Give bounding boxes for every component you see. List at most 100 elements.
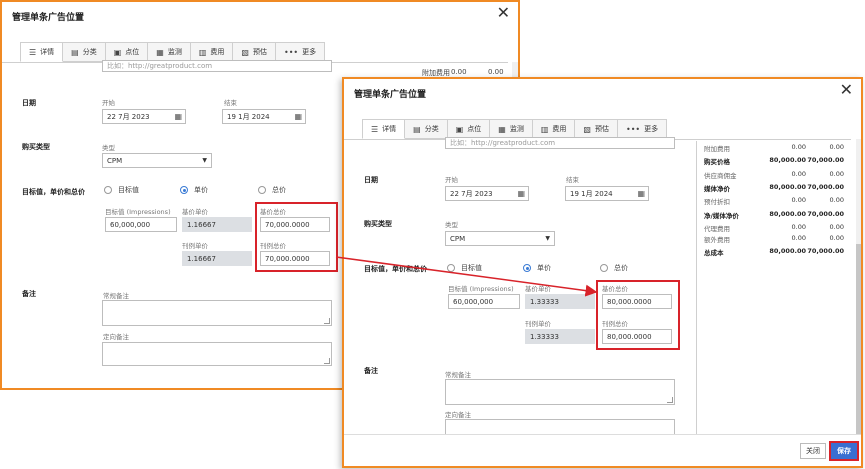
radio-unit-price[interactable]: 单价	[180, 185, 208, 195]
tab-details[interactable]: ☰ 详情	[362, 119, 406, 139]
category-icon: ▤	[413, 124, 421, 134]
scrollbar-thumb[interactable]	[856, 244, 861, 439]
type-label: 类型	[102, 144, 115, 152]
more-icon: •••	[625, 124, 641, 134]
summary-row: 总成本 80,000.00 70,000.00	[704, 247, 844, 257]
end-label: 结束	[224, 99, 237, 107]
calendar-icon[interactable]: ▦	[294, 112, 302, 121]
tab-monitor[interactable]: ▦ 监测	[148, 42, 191, 62]
tab-bar: ☰ 详情 ▤ 分类 ▣ 点位 ▦ 监测 ▥ 费用 ▧ 预估 ••• 更多	[20, 42, 326, 62]
highlight-box	[596, 280, 680, 350]
start-label: 开始	[102, 99, 115, 107]
target-value-input[interactable]: 60,000,000	[448, 294, 520, 309]
target-section-label: 目标值，单价和总价	[364, 265, 427, 273]
chevron-down-icon: ▼	[545, 235, 550, 242]
tab-more[interactable]: ••• 更多	[617, 119, 668, 139]
radio-target[interactable]: 目标值	[447, 263, 482, 273]
calendar-icon[interactable]: ▦	[174, 112, 182, 121]
base-unit-label: 基价单价	[182, 208, 208, 216]
monitor-icon: ▦	[156, 47, 164, 57]
url-input[interactable]: 比如：http://greatproduct.com	[445, 137, 675, 149]
start-date-input[interactable]: 22 7月 2023 ▦	[102, 109, 186, 124]
general-notes-input[interactable]	[102, 300, 332, 326]
radio-target[interactable]: 目标值	[104, 185, 139, 195]
radio-unit-price[interactable]: 单价	[523, 263, 551, 273]
buy-type-section-label: 购买类型	[364, 220, 392, 228]
url-input[interactable]: 比如：http://greatproduct.com	[102, 60, 332, 72]
summary-row: 代理费用 0.00 0.00	[704, 223, 844, 233]
summary-row: 附加费用 0.00 0.00	[704, 143, 844, 153]
tab-position[interactable]: ▣ 点位	[105, 42, 149, 62]
summary-row: 媒体净价 80,000.00 70,000.00	[704, 183, 844, 193]
tab-position[interactable]: ▣ 点位	[447, 119, 491, 139]
target-value-label: 目标值 (Impressions)	[105, 208, 171, 216]
category-icon: ▤	[71, 47, 79, 57]
estimate-icon: ▧	[583, 124, 591, 134]
target-value-input[interactable]: 60,000,000	[105, 217, 177, 232]
estimate-icon: ▧	[241, 47, 249, 57]
end-date-input[interactable]: 19 1月 2024 ▦	[222, 109, 306, 124]
notes-section-label: 备注	[22, 290, 36, 298]
summary-row: 预付折扣 0.00 0.00	[704, 196, 844, 206]
panel-divider	[696, 141, 697, 441]
general-notes-label: 常规备注	[103, 292, 129, 300]
tab-category[interactable]: ▤ 分类	[63, 42, 106, 62]
tab-cost[interactable]: ▥ 费用	[532, 119, 576, 139]
cost-icon: ▥	[198, 47, 207, 57]
base-unit-label: 基价单价	[525, 285, 551, 293]
summary-row: 供应商佣金 0.00 0.00	[704, 170, 844, 180]
close-icon[interactable]: ✕	[497, 4, 510, 22]
position-icon: ▣	[455, 124, 464, 134]
save-button[interactable]: 保存	[829, 441, 859, 461]
summary-value-b: 0.00	[488, 68, 504, 76]
list-icon: ☰	[29, 47, 37, 57]
date-section-label: 日期	[364, 176, 378, 184]
dialog-after: 管理单条广告位置 ✕ ☰ 详情 ▤ 分类 ▣ 点位 ▦ 监测 ▥ 费用 ▧ 预估 ••• 更多…	[342, 77, 863, 468]
summary-row: 购买价格 80,000.00 70,000.00	[704, 156, 844, 166]
highlight-box	[255, 202, 338, 272]
tab-estimate[interactable]: ▧ 预估	[575, 119, 618, 139]
position-icon: ▣	[113, 47, 122, 57]
general-notes-label: 常规备注	[445, 371, 471, 379]
base-unit-value: 1.33333	[525, 294, 595, 309]
targeted-notes-label: 定向备注	[103, 333, 129, 341]
tab-more[interactable]: ••• 更多	[275, 42, 326, 62]
tab-monitor[interactable]: ▦ 监测	[490, 119, 533, 139]
monitor-icon: ▦	[498, 124, 506, 134]
end-label: 结束	[566, 176, 579, 184]
buy-type-select[interactable]: CPM ▼	[102, 153, 212, 168]
cost-icon: ▥	[540, 124, 549, 134]
tab-details[interactable]: ☰ 详情	[20, 42, 64, 62]
summary-value-a: 0.00	[451, 68, 467, 76]
radio-total-price[interactable]: 总价	[258, 185, 286, 195]
targeted-notes-input[interactable]	[102, 342, 332, 366]
profit-unit-label: 刊例单价	[525, 320, 551, 328]
summary-row: 净/媒体净价 80,000.00 70,000.00	[704, 210, 844, 220]
base-unit-value: 1.16667	[182, 217, 252, 232]
profit-unit-value: 1.16667	[182, 251, 252, 266]
close-icon[interactable]: ✕	[840, 81, 853, 99]
notes-section-label: 备注	[364, 367, 378, 375]
list-icon: ☰	[371, 124, 379, 134]
close-button[interactable]: 关闭	[800, 443, 826, 459]
end-date-input[interactable]: 19 1月 2024 ▦	[565, 186, 649, 201]
calendar-icon[interactable]: ▦	[517, 189, 525, 198]
buy-type-section-label: 购买类型	[22, 143, 50, 151]
general-notes-input[interactable]	[445, 379, 675, 405]
start-label: 开始	[445, 176, 458, 184]
tab-category[interactable]: ▤ 分类	[405, 119, 448, 139]
summary-row: 额外费用 0.00 0.00	[704, 234, 844, 244]
start-date-input[interactable]: 22 7月 2023 ▦	[445, 186, 529, 201]
buy-type-select[interactable]: CPM ▼	[445, 231, 555, 246]
calendar-icon[interactable]: ▦	[637, 189, 645, 198]
dialog-title: 管理单条广告位置	[12, 13, 85, 23]
tab-estimate[interactable]: ▧ 预估	[233, 42, 276, 62]
target-section-label: 目标值，单价和总价	[22, 188, 85, 196]
dialog-title: 管理单条广告位置	[354, 90, 427, 100]
dialog-footer: 关闭 保存	[344, 434, 861, 466]
date-section-label: 日期	[22, 99, 36, 107]
tab-cost[interactable]: ▥ 费用	[190, 42, 234, 62]
target-value-label: 目标值 (Impressions)	[448, 285, 514, 293]
chevron-down-icon: ▼	[202, 157, 207, 164]
radio-total-price[interactable]: 总价	[600, 263, 628, 273]
